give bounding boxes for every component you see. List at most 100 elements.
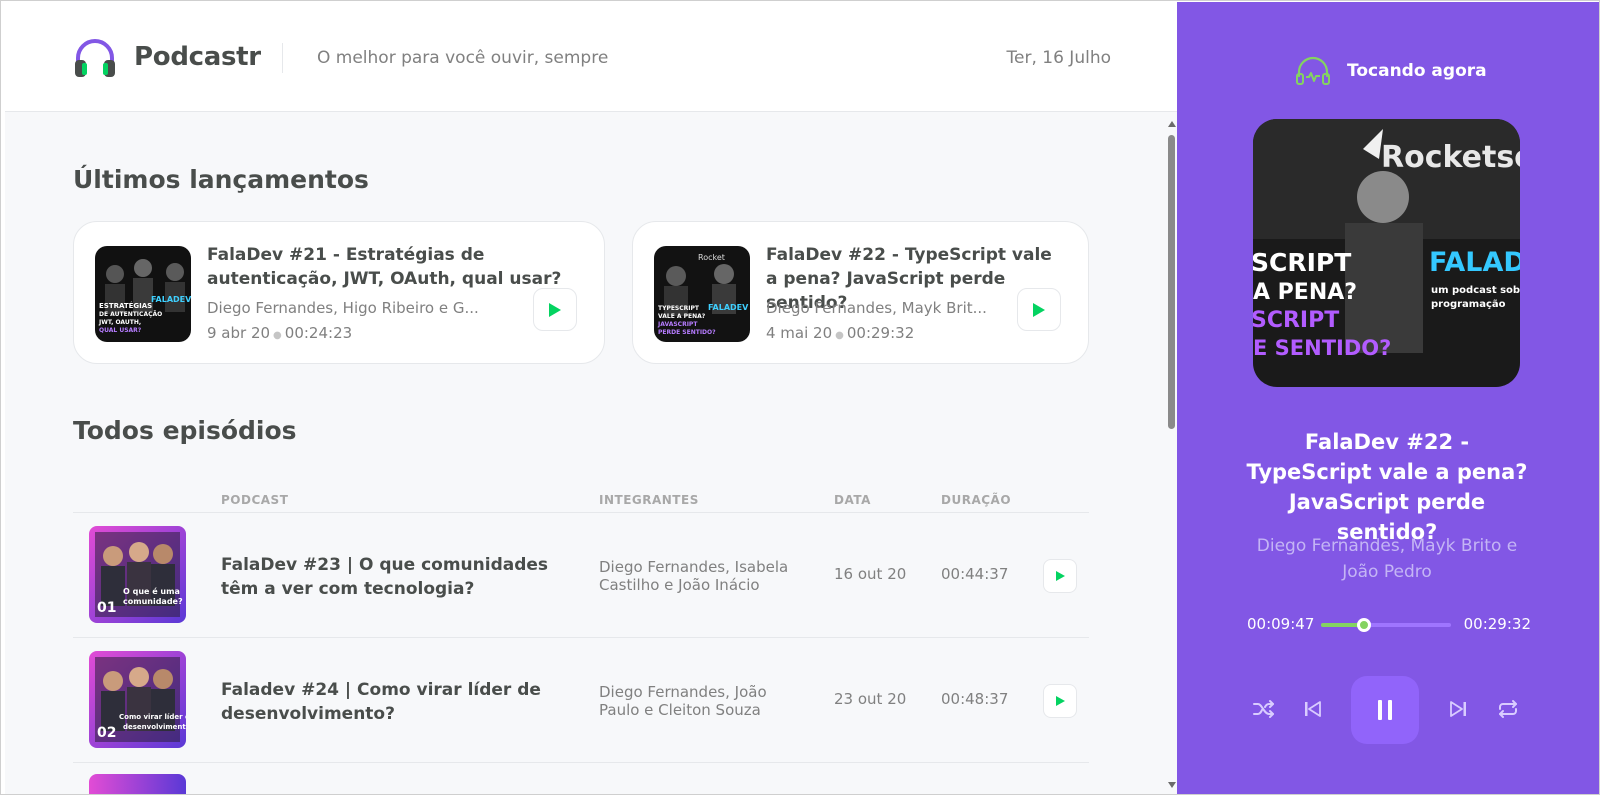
episode-title[interactable]: FalaDev #23 | O que comunidades têm a ve… [221,553,561,601]
previous-icon [1305,701,1321,717]
app-header: Podcastr O melhor para você ouvir, sempr… [5,2,1177,112]
thumb-text: TYPESCRIPT [658,305,700,312]
repeat-icon [1499,700,1517,718]
episode-thumbnail[interactable]: 01 O que é uma comunidade? [89,526,186,623]
thumb-text: ESTRATÉGIAS [99,301,152,310]
pause-button[interactable] [1351,676,1419,744]
logo-text: Podcastr [134,42,261,72]
cover-art: Rocketse SCRIPT A PENA? SCRIPT E SENTIDO… [1253,119,1520,387]
play-icon [1033,302,1045,317]
latest-episode-card[interactable]: ESTRATÉGIAS DE AUTENTICAÇÃO JWT, OAUTH, … [73,221,605,364]
player-panel: Tocando agora Rocketse SCRIPT A PENA? SC… [1177,2,1599,794]
now-playing-members: Diego Fernandes, Mayk Brito e João Pedro [1256,536,1518,582]
episode-thumbnail-art: 02 Como virar líder de desenvolvimento? [89,651,186,748]
episode-members: Diego Fernandes, Mayk Brit... [766,299,987,317]
episode-date: 23 out 20 [834,690,907,708]
vertical-scrollbar[interactable] [1166,113,1177,794]
thumb-text: JAVASCRIPT [657,321,698,328]
headphones-waveform-icon [1296,56,1330,85]
table-divider [73,762,1089,763]
episode-thumbnail[interactable]: 02 Como virar líder de desenvolvimento? [89,651,186,748]
separator-dot: ● [273,330,282,341]
header-tagline: O melhor para você ouvir, sempre [317,48,609,68]
thumb-text: JWT, OAUTH, [98,319,141,326]
thumb-text: PERDE SENTIDO? [658,329,716,336]
shuffle-icon [1253,700,1274,718]
next-button[interactable] [1441,692,1475,726]
thumb-number: 01 [97,600,116,616]
play-episode-button[interactable] [1017,288,1061,331]
progress-handle[interactable] [1356,618,1371,632]
episode-date: 4 mai 20 [766,324,833,342]
thumb-number: 02 [97,725,116,741]
latest-episodes-title: Últimos lançamentos [73,165,369,194]
cover-text: SCRIPT [1253,308,1339,333]
episode-date: 9 abr 20 [207,324,271,342]
episode-title[interactable]: Faladev #24 | Como virar líder de desenv… [221,678,561,726]
progress-slider[interactable] [1321,618,1451,632]
episode-date: 16 out 20 [834,565,907,583]
thumb-caption: desenvolvimento? [123,723,186,731]
column-header-duration: DURAÇÃO [941,493,1012,507]
column-header-podcast: PODCAST [221,493,289,507]
episode-thumbnail[interactable]: Rocket TYPESCRIPT VALE A PENA? JAVASCRIP… [654,246,750,342]
shuffle-button[interactable] [1247,692,1281,726]
thumb-text: QUAL USAR? [99,327,142,334]
episode-cover-image: Rocketse SCRIPT A PENA? SCRIPT E SENTIDO… [1253,119,1520,387]
thumb-caption: Como virar líder de [119,713,186,721]
headphones-logo-icon [75,39,115,77]
table-row[interactable]: 02 Como virar líder de desenvolvimento? … [73,638,1089,764]
cover-text: E SENTIDO? [1253,336,1391,360]
thumb-badge: FALADEV [708,303,749,312]
episode-duration: 00:24:23 [284,324,353,342]
thumb-text: VALE A PENA? [658,313,706,320]
thumb-brand: Rocket [698,253,725,262]
all-episodes-title: Todos episódios [73,416,297,445]
previous-button[interactable] [1296,692,1330,726]
header-date: Ter, 16 Julho [1006,48,1111,68]
now-playing-label: Tocando agora [1347,61,1487,81]
play-icon [549,302,561,317]
scroll-down-arrow-icon[interactable] [1168,782,1176,788]
episode-thumbnail[interactable] [89,774,186,794]
episode-members: Diego Fernandes, Higo Ribeiro e G... [207,299,479,317]
thumb-caption: O que é uma [123,586,180,596]
cover-badge-sub: programação [1431,299,1506,310]
episode-duration: 00:48:37 [941,690,1009,708]
pause-icon [1378,700,1392,720]
scroll-up-arrow-icon[interactable] [1168,121,1176,127]
total-time: 00:29:32 [1463,615,1531,633]
now-playing-title: FalaDev #22 - TypeScript vale a pena? Ja… [1246,430,1528,544]
cover-text: SCRIPT [1253,248,1351,277]
thumb-caption: comunidade? [123,597,183,606]
play-episode-button[interactable] [1043,559,1077,593]
cover-badge: FALAD [1429,247,1520,278]
episode-meta: 4 mai 20 ● 00:29:32 [766,324,914,342]
main-app: Podcastr O melhor para você ouvir, sempr… [5,2,1177,794]
play-icon [1055,571,1065,581]
repeat-button[interactable] [1491,692,1525,726]
play-episode-button[interactable] [1043,684,1077,718]
latest-episode-card[interactable]: Rocket TYPESCRIPT VALE A PENA? JAVASCRIP… [632,221,1089,364]
episode-thumbnail[interactable]: ESTRATÉGIAS DE AUTENTICAÇÃO JWT, OAUTH, … [95,246,191,342]
play-episode-button[interactable] [533,288,577,331]
episode-members: Diego Fernandes, Isabela Castilho e João… [599,558,789,594]
play-icon [1055,696,1065,706]
column-header-date: DATA [834,493,871,507]
window-frame: Podcastr O melhor para você ouvir, sempr… [0,0,1600,795]
header-divider [282,43,283,73]
episode-duration: 00:44:37 [941,565,1009,583]
next-icon [1450,701,1466,717]
separator-dot: ● [835,330,844,341]
episode-title[interactable]: FalaDev #21 - Estratégias de autenticaçã… [207,243,587,291]
content-scroll-area[interactable]: Últimos lançamentos ESTRATÉGIAS DE AUTEN… [5,113,1177,794]
cover-text: A PENA? [1253,280,1357,305]
cover-badge-sub: um podcast sob [1431,285,1520,296]
episode-duration: 00:29:32 [846,324,915,342]
episode-thumbnail-art: 01 O que é uma comunidade? [89,526,186,623]
table-row[interactable]: 01 O que é uma comunidade? FalaDev #23 |… [73,513,1089,639]
episode-thumbnail-art: Rocket TYPESCRIPT VALE A PENA? JAVASCRIP… [654,246,750,342]
thumb-badge: FALADEV [151,295,191,304]
scrollbar-thumb[interactable] [1168,135,1175,429]
cover-brand: Rocketse [1381,140,1520,175]
